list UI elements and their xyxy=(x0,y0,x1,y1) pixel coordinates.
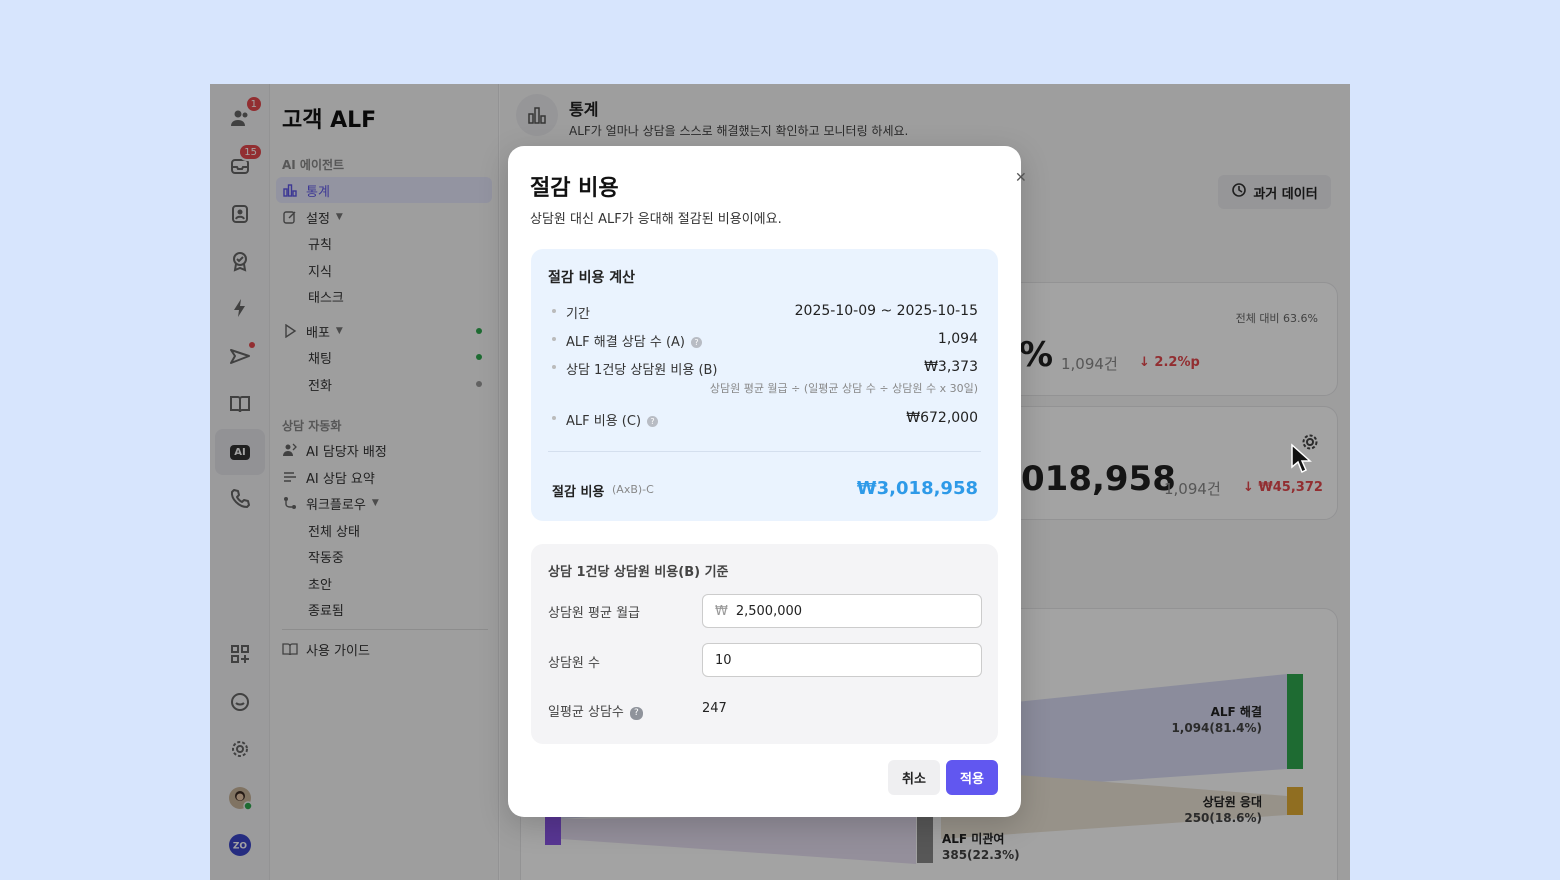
daily-label: 일평균 상담수? xyxy=(548,701,643,720)
modal-title: 절감 비용 xyxy=(530,176,619,201)
calculation-title: 절감 비용 계산 xyxy=(548,270,636,286)
period-value: 2025-10-09 ~ 2025-10-15 xyxy=(794,303,978,319)
cost-formula-note: 상담원 평균 월급 ÷ (일평균 상담 수 ÷ 상담원 수 x 30일) xyxy=(709,382,978,395)
savings-modal: 절감 비용 ✕ 상담원 대신 ALF가 응대해 절감된 비용이에요. 절감 비용… xyxy=(508,146,1027,817)
help-icon[interactable]: ? xyxy=(690,337,702,348)
divider xyxy=(548,451,981,452)
period-label: 기간 xyxy=(566,307,590,322)
total-value: ₩3,018,958 xyxy=(856,478,978,499)
salary-label: 상담원 평균 월급 xyxy=(548,606,640,621)
total-formula: (AxB)-C xyxy=(612,483,654,496)
bullet xyxy=(552,309,556,313)
salary-value: 2,500,000 xyxy=(735,603,803,619)
basis-title: 상담 1건당 상담원 비용(B) 기준 xyxy=(548,565,729,580)
daily-value: 247 xyxy=(702,701,727,716)
cost-value: ₩3,373 xyxy=(924,359,978,375)
alf-cost-value: ₩672,000 xyxy=(906,410,978,426)
help-icon[interactable]: ? xyxy=(647,416,659,427)
alf-cost-label: ALF 비용 (C)? xyxy=(566,410,659,429)
resolved-value: 1,094 xyxy=(937,331,978,347)
calculation-box: 절감 비용 계산 기간 2025-10-09 ~ 2025-10-15 ALF … xyxy=(531,249,998,521)
daily-label-text: 일평균 상담수 xyxy=(548,705,624,720)
modal-subtitle: 상담원 대신 ALF가 응대해 절감된 비용이에요. xyxy=(530,212,782,227)
help-icon[interactable]: ? xyxy=(629,706,643,720)
apply-button[interactable]: 적용 xyxy=(946,760,998,795)
alf-cost-label-text: ALF 비용 (C) xyxy=(566,414,642,429)
bullet xyxy=(552,365,556,369)
resolved-label: ALF 해결 상담 수 (A)? xyxy=(566,331,702,350)
agents-label: 상담원 수 xyxy=(548,656,600,671)
agents-value: 10 xyxy=(715,652,732,668)
cancel-button[interactable]: 취소 xyxy=(888,760,940,795)
bullet xyxy=(552,337,556,341)
resolved-label-text: ALF 해결 상담 수 (A) xyxy=(566,335,685,350)
basis-box: 상담 1건당 상담원 비용(B) 기준 상담원 평균 월급 ₩ 2,500,00… xyxy=(531,544,998,744)
cost-label: 상담 1건당 상담원 비용 (B) xyxy=(566,363,718,378)
salary-input[interactable]: ₩ 2,500,000 xyxy=(702,594,982,628)
mouse-cursor-icon xyxy=(1291,443,1312,474)
bullet xyxy=(552,416,556,420)
currency-symbol: ₩ xyxy=(715,603,728,619)
agents-input[interactable]: 10 xyxy=(702,643,982,677)
close-icon[interactable]: ✕ xyxy=(1015,170,1027,186)
total-label: 절감 비용 xyxy=(552,485,605,500)
